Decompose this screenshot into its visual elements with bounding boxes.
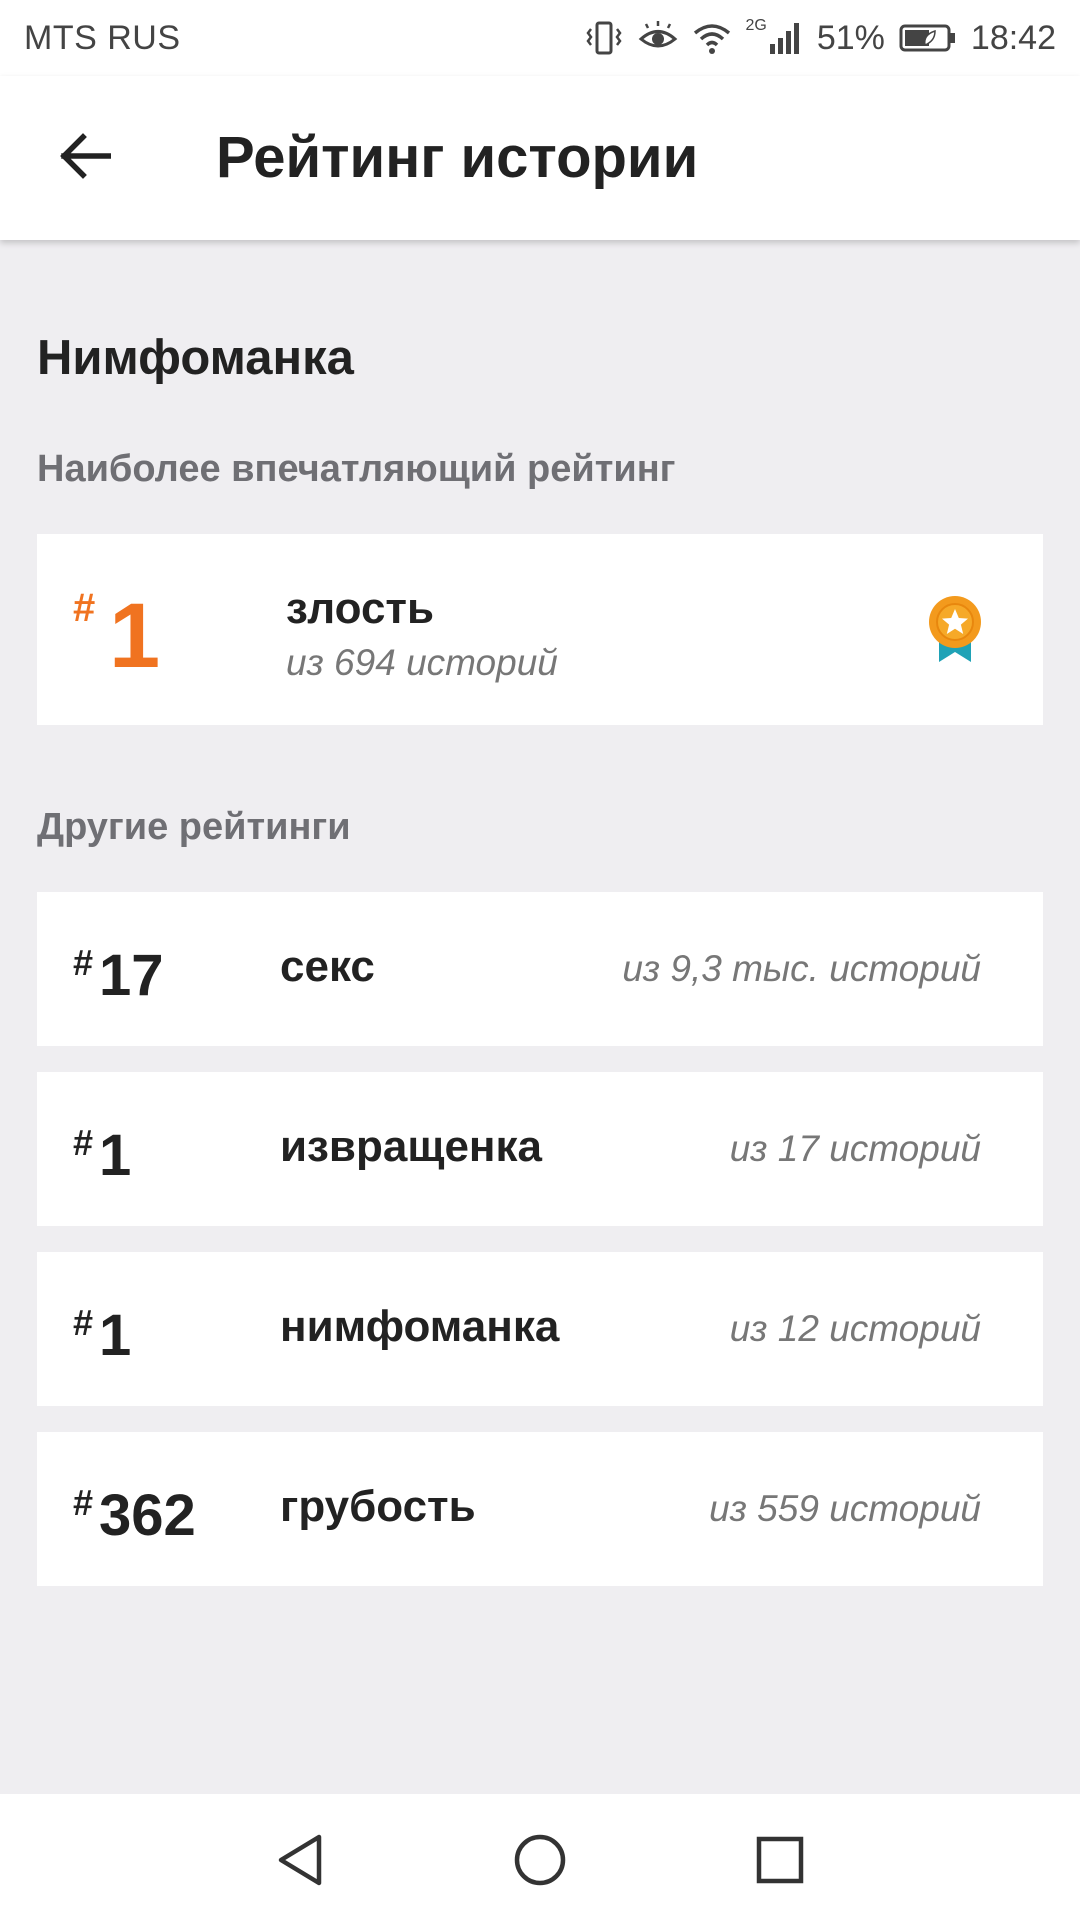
rating-row[interactable]: # 17 секс из 9,3 тыс. историй — [37, 892, 1043, 1046]
rating-tag: секс — [280, 942, 375, 991]
vibrate-icon — [584, 20, 624, 56]
medal-star-icon — [925, 594, 985, 669]
nav-recents-icon — [755, 1835, 805, 1890]
rank-hash: # — [73, 1302, 94, 1343]
rating-row[interactable]: # 1 извращенка из 17 историй — [37, 1072, 1043, 1226]
rating-tag: нимфоманка — [280, 1302, 560, 1351]
wifi-icon — [692, 20, 732, 56]
rank-number: 17 — [99, 943, 164, 1008]
rating-count: из 12 историй — [729, 1308, 981, 1349]
rank-number: 1 — [109, 585, 161, 687]
status-icons: 2G 51% 18:42 — [584, 17, 1056, 58]
rating-row[interactable]: # 362 грубость из 559 историй — [37, 1432, 1043, 1586]
nav-home-button[interactable] — [510, 1832, 570, 1892]
top-rating-card[interactable]: # 1 злость из 694 историй — [37, 534, 1043, 725]
status-bar: MTS RUS 2G 51% 18:42 — [0, 0, 1080, 76]
page-title: Рейтинг истории — [216, 125, 699, 190]
rating-count: из 559 историй — [709, 1488, 981, 1529]
rank-hash: # — [73, 1122, 94, 1163]
rank-hash: # — [73, 942, 94, 983]
rank-number: 362 — [99, 1483, 196, 1548]
top-rating-tag: злость — [286, 584, 435, 633]
screen: MTS RUS 2G 51% 18:42 Рейтинг истории Ним… — [0, 0, 1080, 1920]
top-rating-section-label: Наиболее впечатляющий рейтинг — [37, 448, 676, 490]
nav-home-icon — [513, 1833, 567, 1892]
system-nav-bar — [0, 1794, 1080, 1920]
nav-back-button[interactable] — [270, 1832, 330, 1892]
story-title: Нимфоманка — [37, 331, 354, 385]
rank-number: 1 — [99, 1123, 132, 1188]
battery-icon — [899, 23, 957, 53]
eye-comfort-icon — [638, 20, 678, 56]
rank-number: 1 — [99, 1303, 132, 1368]
rating-row[interactable]: # 1 нимфоманка из 12 историй — [37, 1252, 1043, 1406]
app-bar: Рейтинг истории — [0, 76, 1080, 240]
rating-count: из 17 историй — [729, 1128, 981, 1169]
rating-count: из 9,3 тыс. историй — [622, 948, 981, 989]
nav-recents-button[interactable] — [750, 1832, 810, 1892]
carrier-name: MTS RUS — [24, 18, 181, 57]
top-rating-count: из 694 историй — [286, 642, 558, 683]
back-button[interactable] — [40, 126, 130, 190]
battery-percent: 51% — [816, 18, 885, 57]
rank-hash: # — [73, 1482, 94, 1523]
arrow-left-icon — [59, 132, 112, 184]
clock: 18:42 — [970, 18, 1056, 57]
network-type: 2G — [745, 17, 767, 34]
signal-icon — [769, 20, 803, 56]
rating-tag: грубость — [280, 1482, 476, 1531]
rank-hash: # — [73, 586, 96, 630]
rating-tag: извращенка — [280, 1122, 542, 1171]
nav-back-icon — [275, 1833, 325, 1892]
other-ratings-section-label: Другие рейтинги — [37, 806, 351, 848]
